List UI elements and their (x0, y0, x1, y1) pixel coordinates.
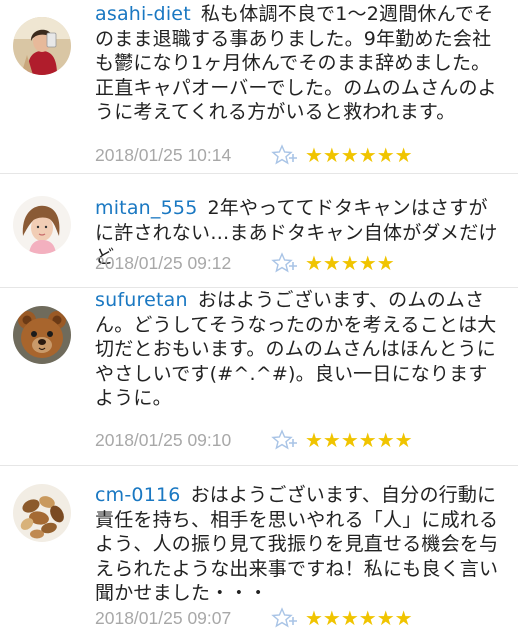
comment-meta: 2018/01/25 09:10 ★★★★★★ (95, 427, 413, 453)
woman-portrait-avatar-icon (13, 196, 71, 254)
divider (0, 465, 518, 466)
comment-list: asahi-diet 私も体調不良で1〜2週間休んでそのまま退職する事ありました。… (0, 0, 518, 640)
add-star-icon[interactable] (271, 607, 301, 629)
divider (0, 173, 518, 174)
username-link[interactable]: sufuretan (95, 289, 188, 311)
add-star-icon[interactable] (271, 429, 301, 451)
nuts-avatar-icon (13, 484, 71, 542)
star-rating: ★★★★★★ (305, 606, 413, 630)
comment-meta: 2018/01/25 09:12 ★★★★★ (95, 250, 395, 276)
teddy-bear-avatar-icon (13, 306, 71, 364)
timestamp: 2018/01/25 09:12 (95, 252, 232, 273)
avatar[interactable] (13, 196, 71, 254)
comment-text: sufuretan おはようございます、のムのムさん。どうしてそうなったのかを考え… (95, 288, 505, 411)
comment-text: cm-0116 おはようございます、自分の行動に責任を持ち、相手を思いやれる「人」… (95, 483, 505, 606)
timestamp: 2018/01/25 10:14 (95, 144, 232, 165)
avatar[interactable] (13, 306, 71, 364)
avatar[interactable] (13, 17, 71, 75)
star-rating: ★★★★★ (305, 251, 395, 275)
username-link[interactable]: cm-0116 (95, 484, 181, 506)
timestamp: 2018/01/25 09:07 (95, 607, 232, 628)
star-rating: ★★★★★★ (305, 143, 413, 167)
comment-meta: 2018/01/25 10:14 ★★★★★★ (95, 142, 413, 168)
username-link[interactable]: mitan_555 (95, 197, 198, 219)
timestamp: 2018/01/25 09:10 (95, 429, 232, 450)
avatar[interactable] (13, 484, 71, 542)
add-star-icon[interactable] (271, 144, 301, 166)
username-link[interactable]: asahi-diet (95, 3, 191, 25)
comment-meta: 2018/01/25 09:07 ★★★★★★ (95, 605, 413, 631)
woman-selfie-avatar-icon (13, 17, 71, 75)
star-rating: ★★★★★★ (305, 428, 413, 452)
add-star-icon[interactable] (271, 252, 301, 274)
comment-text: asahi-diet 私も体調不良で1〜2週間休んでそのまま退職する事ありました。… (95, 2, 505, 125)
